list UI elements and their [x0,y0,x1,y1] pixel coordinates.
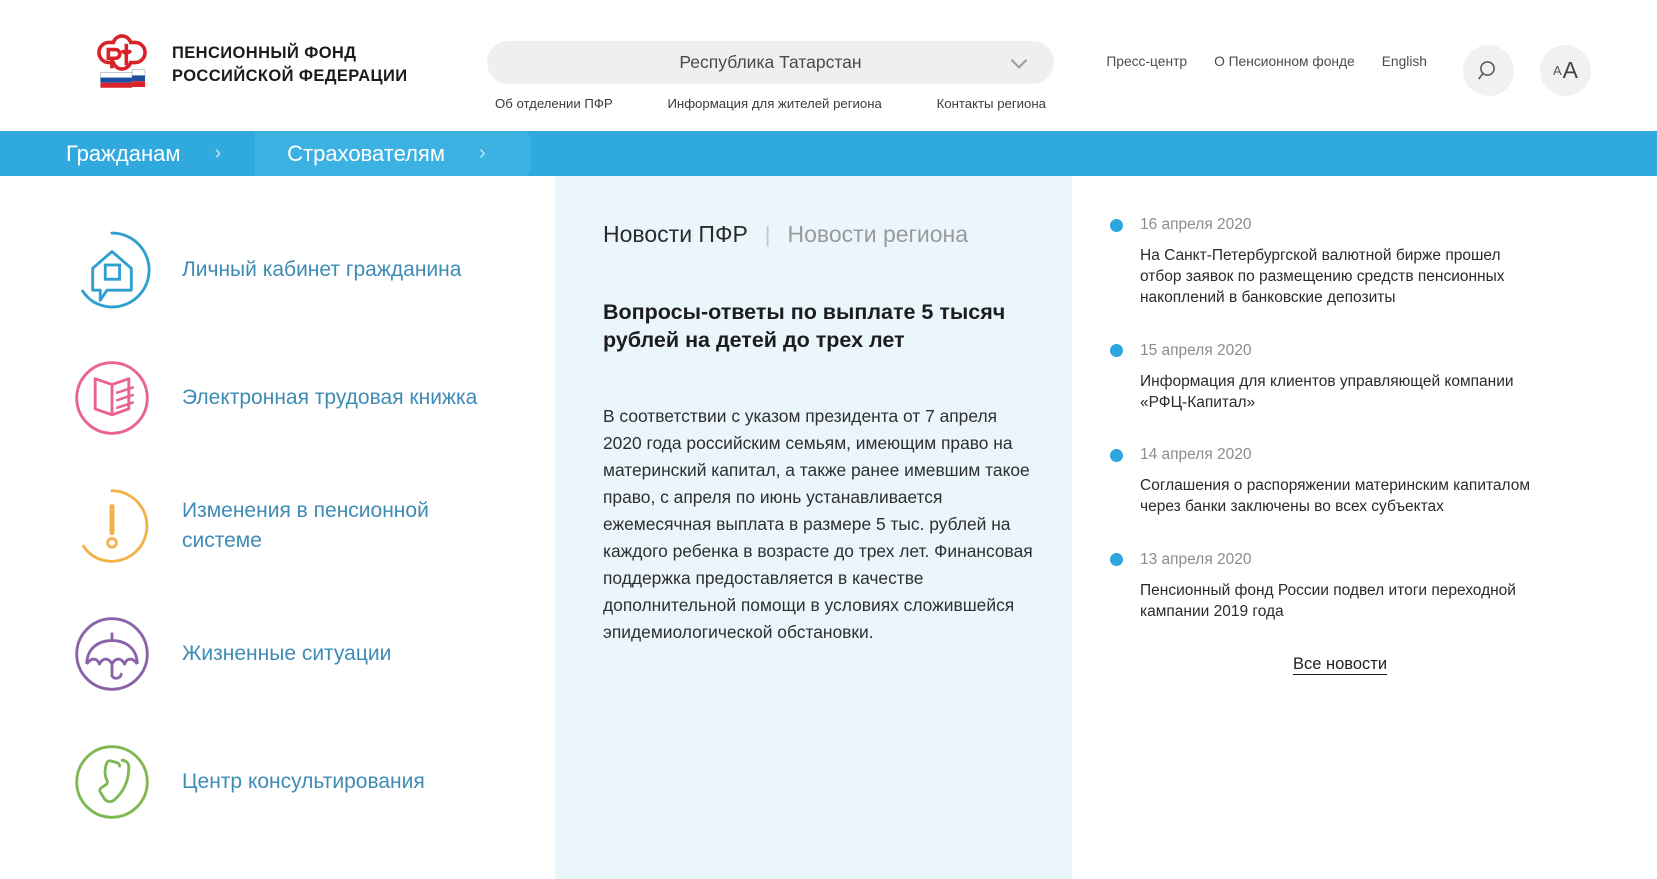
region-selector[interactable]: Республика Татарстан [487,41,1054,84]
service-item-label: Изменения в пенсионной системе [182,499,429,552]
service-item-e-workbook[interactable]: Электронная трудовая книжка [70,334,540,462]
news-item-date: 15 апреля 2020 [1140,341,1252,359]
service-item-life-situations[interactable]: Жизненные ситуации [70,590,540,718]
region-link-info[interactable]: Информация для жителей региона [667,96,881,111]
news-item-date: 16 апреля 2020 [1140,216,1252,233]
top-link-about-fund[interactable]: О Пенсионном фонде [1214,54,1355,69]
news-item-title[interactable]: На Санкт-Петербургской валютной бирже пр… [1140,245,1540,309]
bullet-dot-icon [1110,448,1123,462]
service-item-label: Электронная трудовая книжка [182,386,478,410]
news-tab-separator: | [764,221,771,247]
service-item-label: Центр консультирования [182,770,425,794]
font-size-button[interactable]: A A [1540,45,1591,96]
chevron-right-icon: › [214,142,222,164]
news-item-title[interactable]: Информация для клиентов управляющей комп… [1140,371,1540,413]
primary-nav-tabs: Гражданам › Страхователям › [0,131,1657,176]
news-item-date: 14 апреля 2020 [1140,446,1252,464]
news-headline[interactable]: Вопросы-ответы по выплате 5 тысяч рублей… [603,298,1033,355]
news-item-title[interactable]: Соглашения о распоряжении материнским ка… [1140,475,1540,517]
service-item-label: Жизненные ситуации [182,642,392,666]
service-item-consulting-center[interactable]: Центр консультирования [70,718,540,846]
nav-tab-citizens-label: Гражданам [66,140,181,166]
font-size-big-label: A [1562,57,1578,83]
services-list: Личный кабинет гражданина Электронная тр… [70,206,540,846]
nav-tab-insurers-label: Страхователям [287,140,445,166]
news-list-item: 16 апреля 2020 На Санкт-Петербургской ва… [1110,216,1570,309]
pfr-logo-icon [97,34,147,88]
site-logo[interactable]: ПЕНСИОННЫЙ ФОНД РОССИЙСКОЙ ФЕДЕРАЦИИ [86,28,408,100]
umbrella-icon [75,617,149,691]
news-list-item: 14 апреля 2020 Соглашения о распоряжении… [1110,446,1570,517]
nav-tab-citizens[interactable]: Гражданам › [0,131,255,176]
news-panel-tabs: Новости ПФР | Новости региона [603,221,968,248]
news-item-meta: 16 апреля 2020 [1110,216,1570,234]
bullet-dot-icon [1110,553,1123,567]
bullet-dot-icon [1110,344,1123,358]
all-news-container: Все новости [1140,655,1540,674]
news-item-date: 13 апреля 2020 [1140,550,1252,568]
news-tab-region[interactable]: Новости региона [788,221,969,248]
news-item-meta: 13 апреля 2020 [1110,551,1570,569]
service-item-personal-account[interactable]: Личный кабинет гражданина [70,206,540,334]
news-panel: Новости ПФР | Новости региона Вопросы-от… [555,176,1072,879]
exclamation-icon [82,489,149,563]
top-link-english[interactable]: English [1382,54,1427,69]
news-list-item: 13 апреля 2020 Пенсионный фонд России по… [1110,551,1570,622]
bullet-dot-icon [1110,218,1123,232]
logo-line-1: ПЕНСИОННЫЙ ФОНД [172,44,357,63]
book-icon [75,361,149,435]
top-links: Пресс-центр О Пенсионном фонде English [1106,54,1427,69]
news-item-title[interactable]: Пенсионный фонд России подвел итоги пере… [1140,580,1540,622]
news-list: 16 апреля 2020 На Санкт-Петербургской ва… [1110,216,1570,674]
site-header: ПЕНСИОННЫЙ ФОНД РОССИЙСКОЙ ФЕДЕРАЦИИ Рес… [0,0,1657,131]
region-selector-value: Республика Татарстан [679,52,862,72]
region-link-about[interactable]: Об отделении ПФР [495,96,613,111]
service-item-pension-changes[interactable]: Изменения в пенсионной системе [70,462,540,590]
news-item-meta: 14 апреля 2020 [1110,446,1570,464]
search-icon [1477,60,1495,79]
font-size-small-label: A [1552,63,1562,78]
primary-nav: Гражданам › Страхователям › [0,131,1657,176]
house-chat-icon [81,231,151,309]
news-tab-pfr[interactable]: Новости ПФР [603,221,748,248]
news-item-meta: 15 апреля 2020 [1110,342,1570,360]
top-link-press-center[interactable]: Пресс-центр [1106,54,1187,69]
logo-line-2: РОССИЙСКОЙ ФЕДЕРАЦИИ [172,66,408,85]
page-body: Личный кабинет гражданина Электронная тр… [0,176,1657,879]
all-news-link[interactable]: Все новости [1293,655,1387,673]
service-item-label: Личный кабинет гражданина [182,258,462,282]
region-link-contacts[interactable]: Контакты региона [937,96,1046,111]
logo-wordmark: ПЕНСИОННЫЙ ФОНД РОССИЙСКОЙ ФЕДЕРАЦИИ [172,42,408,86]
region-links: Об отделении ПФР Информация для жителей … [487,96,1054,111]
search-button[interactable] [1463,45,1514,96]
nav-tab-insurers[interactable]: Страхователям › [255,131,531,176]
chevron-right-icon: › [478,142,486,164]
news-body-text: В соответствии с указом президента от 7 … [603,406,1033,642]
chevron-down-icon [1010,58,1028,69]
news-list-item: 15 апреля 2020 Информация для клиентов у… [1110,342,1570,413]
phone-icon [75,745,149,819]
